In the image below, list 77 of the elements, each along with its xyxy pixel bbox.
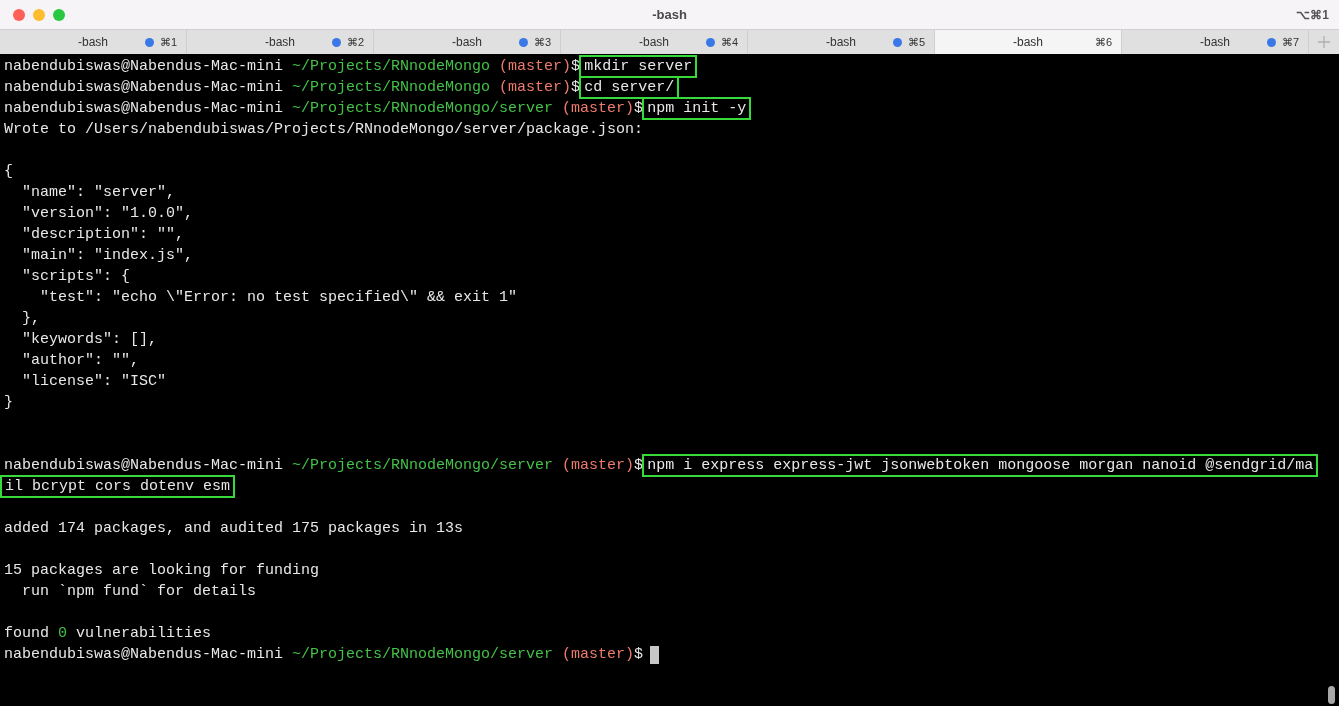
plus-icon <box>1318 36 1330 48</box>
activity-dot-icon <box>1266 37 1276 47</box>
output-text: "main": "index.js", <box>21 246 194 266</box>
tab[interactable]: -bash ⌘2 <box>187 30 374 54</box>
tab-label: -bash <box>1200 35 1230 49</box>
prompt-user: nabendubiswas@Nabendus-Mac-mini <box>4 57 284 77</box>
prompt-branch: (master) <box>562 99 635 119</box>
tab-label: -bash <box>826 35 856 49</box>
output-text: run `npm fund` for details <box>21 582 257 602</box>
tab-label: -bash <box>265 35 295 49</box>
tab[interactable]: -bash ⌘4 <box>561 30 748 54</box>
output-text: added 174 packages, and audited 175 packages in 13s <box>4 519 464 539</box>
output-text: "version": "1.0.0", <box>21 204 194 224</box>
prompt-user: nabendubiswas@Nabendus-Mac-mini <box>4 78 284 98</box>
output-text: }, <box>21 309 40 329</box>
prompt-branch: (master) <box>499 57 572 77</box>
output-text: "author": "", <box>21 351 140 371</box>
command-text: mkdir server <box>579 55 698 78</box>
output-text: "license": "ISC" <box>21 372 167 392</box>
close-button[interactable] <box>13 8 25 21</box>
tab-label: -bash <box>78 35 108 49</box>
tab-shortcut: ⌘1 <box>159 35 177 49</box>
scrollbar-thumb[interactable] <box>1328 686 1335 704</box>
activity-dot-icon <box>705 37 715 47</box>
zoom-button[interactable] <box>53 8 65 21</box>
output-text: "test": "echo \"Error: no test specified\" && exit 1" <box>39 288 518 308</box>
minimize-button[interactable] <box>33 8 45 21</box>
tab-label: -bash <box>639 35 669 49</box>
tab-shortcut: ⌘2 <box>346 35 364 49</box>
prompt-symbol: $ <box>634 645 644 665</box>
tab[interactable]: -bash ⌘7 <box>1122 30 1309 54</box>
prompt-path: ~/Projects/RNnodeMongo/server <box>292 645 554 665</box>
output-text: } <box>4 393 13 413</box>
tab-shortcut: ⌘6 <box>1094 35 1112 49</box>
output-text: Wrote to /Users/nabendubiswas/Projects/RNnodeMongo/server/package.json: <box>4 120 644 140</box>
tab-shortcut: ⌘4 <box>720 35 738 49</box>
prompt-branch: (master) <box>562 645 635 665</box>
prompt-symbol: $ <box>634 99 644 119</box>
command-text: npm i express express-jwt jsonwebtoken mongoose morgan nanoid @sendgrid/ma <box>642 454 1319 477</box>
tab-label: -bash <box>452 35 482 49</box>
activity-dot-icon <box>892 37 902 47</box>
tab[interactable]: -bash ⌘1 <box>0 30 187 54</box>
window-shortcut: ⌥⌘1 <box>1296 7 1330 22</box>
tab-label: -bash <box>1013 35 1043 49</box>
prompt-symbol: $ <box>634 456 644 476</box>
command-text: npm init -y <box>642 97 752 120</box>
prompt-path: ~/Projects/RNnodeMongo/server <box>292 456 554 476</box>
output-text: vulnerabilities <box>76 624 212 644</box>
activity-dot-icon <box>144 37 154 47</box>
output-text: found <box>4 624 49 644</box>
prompt-symbol: $ <box>571 78 581 98</box>
window-title: -bash <box>652 7 687 22</box>
command-text: cd server/ <box>579 76 680 99</box>
tab-shortcut: ⌘7 <box>1281 35 1299 49</box>
output-text: { <box>4 162 13 182</box>
activity-dot-icon <box>331 37 341 47</box>
prompt-path: ~/Projects/RNnodeMongo <box>292 57 491 77</box>
tab[interactable]: -bash ⌘6 <box>935 30 1122 54</box>
command-text: il bcrypt cors dotenv esm <box>0 475 236 498</box>
tab[interactable]: -bash ⌘3 <box>374 30 561 54</box>
output-text: "scripts": { <box>21 267 131 287</box>
tab-shortcut: ⌘3 <box>533 35 551 49</box>
output-text: "description": "", <box>21 225 185 245</box>
prompt-branch: (master) <box>499 78 572 98</box>
prompt-path: ~/Projects/RNnodeMongo <box>292 78 491 98</box>
output-text: "keywords": [], <box>21 330 158 350</box>
activity-dot-icon <box>518 37 528 47</box>
prompt-path: ~/Projects/RNnodeMongo/server <box>292 99 554 119</box>
tab-shortcut: ⌘5 <box>907 35 925 49</box>
prompt-branch: (master) <box>562 456 635 476</box>
prompt-user: nabendubiswas@Nabendus-Mac-mini <box>4 456 284 476</box>
prompt-symbol: $ <box>571 57 581 77</box>
prompt-user: nabendubiswas@Nabendus-Mac-mini <box>4 645 284 665</box>
vulnerability-count: 0 <box>58 624 68 644</box>
output-text: "name": "server", <box>21 183 176 203</box>
output-text: 15 packages are looking for funding <box>4 561 320 581</box>
prompt-user: nabendubiswas@Nabendus-Mac-mini <box>4 99 284 119</box>
